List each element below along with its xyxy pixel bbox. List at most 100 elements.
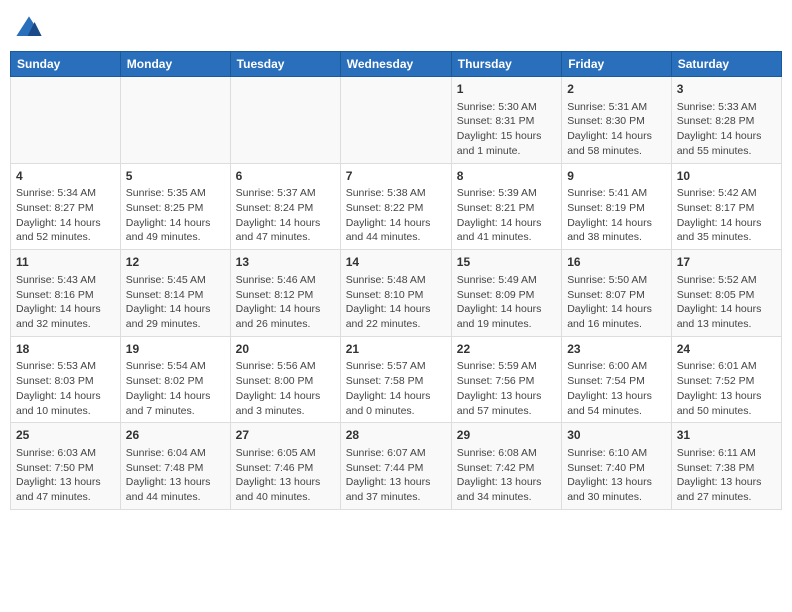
calendar-cell: 21Sunrise: 5:57 AM Sunset: 7:58 PM Dayli… — [340, 336, 451, 423]
calendar-cell: 8Sunrise: 5:39 AM Sunset: 8:21 PM Daylig… — [451, 163, 561, 250]
calendar-cell: 7Sunrise: 5:38 AM Sunset: 8:22 PM Daylig… — [340, 163, 451, 250]
day-info: Sunrise: 6:10 AM Sunset: 7:40 PM Dayligh… — [567, 446, 666, 505]
calendar-cell: 5Sunrise: 5:35 AM Sunset: 8:25 PM Daylig… — [120, 163, 230, 250]
day-info: Sunrise: 5:39 AM Sunset: 8:21 PM Dayligh… — [457, 186, 556, 245]
day-info: Sunrise: 6:11 AM Sunset: 7:38 PM Dayligh… — [677, 446, 776, 505]
day-info: Sunrise: 6:03 AM Sunset: 7:50 PM Dayligh… — [16, 446, 115, 505]
day-info: Sunrise: 5:50 AM Sunset: 8:07 PM Dayligh… — [567, 273, 666, 332]
weekday-header-wednesday: Wednesday — [340, 52, 451, 77]
calendar-cell: 31 Sunrise: 6:11 AM Sunset: 7:38 PM Dayli… — [671, 423, 781, 510]
day-number: 15 — [457, 254, 556, 271]
day-info: Sunrise: 6:04 AM Sunset: 7:48 PM Dayligh… — [126, 446, 225, 505]
calendar-cell: 27 Sunrise: 6:05 AM Sunset: 7:46 PM Dayli… — [230, 423, 340, 510]
calendar-week-2: 4Sunrise: 5:34 AM Sunset: 8:27 PM Daylig… — [11, 163, 782, 250]
calendar-cell: 23Sunrise: 6:00 AM Sunset: 7:54 PM Dayli… — [562, 336, 672, 423]
weekday-header-sunday: Sunday — [11, 52, 121, 77]
calendar-cell: 4Sunrise: 5:34 AM Sunset: 8:27 PM Daylig… — [11, 163, 121, 250]
calendar-cell: 22Sunrise: 5:59 AM Sunset: 7:56 PM Dayli… — [451, 336, 561, 423]
calendar-week-4: 18Sunrise: 5:53 AM Sunset: 8:03 PM Dayli… — [11, 336, 782, 423]
calendar-table: SundayMondayTuesdayWednesdayThursdayFrid… — [10, 51, 782, 510]
day-info: Sunrise: 5:45 AM Sunset: 8:14 PM Dayligh… — [126, 273, 225, 332]
day-number: 26 — [126, 427, 225, 444]
day-info: Sunrise: 5:56 AM Sunset: 8:00 PM Dayligh… — [236, 359, 335, 418]
calendar-cell: 6Sunrise: 5:37 AM Sunset: 8:24 PM Daylig… — [230, 163, 340, 250]
day-number: 8 — [457, 168, 556, 185]
day-info: Sunrise: 5:49 AM Sunset: 8:09 PM Dayligh… — [457, 273, 556, 332]
day-number: 23 — [567, 341, 666, 358]
header — [10, 10, 782, 43]
calendar-cell: 11 Sunrise: 5:43 AM Sunset: 8:16 PM Dayli… — [11, 250, 121, 337]
calendar-cell: 19Sunrise: 5:54 AM Sunset: 8:02 PM Dayli… — [120, 336, 230, 423]
calendar-cell: 29 Sunrise: 6:08 AM Sunset: 7:42 PM Dayli… — [451, 423, 561, 510]
calendar-cell: 25 Sunrise: 6:03 AM Sunset: 7:50 PM Dayli… — [11, 423, 121, 510]
calendar-cell — [11, 77, 121, 164]
day-info: Sunrise: 5:34 AM Sunset: 8:27 PM Dayligh… — [16, 186, 115, 245]
day-number: 11 — [16, 254, 115, 271]
calendar-cell: 1 Sunrise: 5:30 AM Sunset: 8:31 PM Daylig… — [451, 77, 561, 164]
calendar-cell — [120, 77, 230, 164]
calendar-cell: 12 Sunrise: 5:45 AM Sunset: 8:14 PM Dayli… — [120, 250, 230, 337]
day-number: 7 — [346, 168, 446, 185]
day-number: 5 — [126, 168, 225, 185]
day-number: 14 — [346, 254, 446, 271]
day-info: Sunrise: 5:53 AM Sunset: 8:03 PM Dayligh… — [16, 359, 115, 418]
calendar-cell: 18Sunrise: 5:53 AM Sunset: 8:03 PM Dayli… — [11, 336, 121, 423]
day-number: 9 — [567, 168, 666, 185]
calendar-cell: 10Sunrise: 5:42 AM Sunset: 8:17 PM Dayli… — [671, 163, 781, 250]
day-info: Sunrise: 6:00 AM Sunset: 7:54 PM Dayligh… — [567, 359, 666, 418]
day-number: 1 — [457, 81, 556, 98]
day-number: 16 — [567, 254, 666, 271]
calendar-cell: 28 Sunrise: 6:07 AM Sunset: 7:44 PM Dayli… — [340, 423, 451, 510]
day-number: 2 — [567, 81, 666, 98]
logo-icon — [15, 15, 43, 43]
day-number: 18 — [16, 341, 115, 358]
day-info: Sunrise: 5:37 AM Sunset: 8:24 PM Dayligh… — [236, 186, 335, 245]
day-number: 29 — [457, 427, 556, 444]
weekday-header-saturday: Saturday — [671, 52, 781, 77]
day-info: Sunrise: 6:07 AM Sunset: 7:44 PM Dayligh… — [346, 446, 446, 505]
logo — [15, 15, 47, 43]
day-number: 31 — [677, 427, 776, 444]
day-info: Sunrise: 5:30 AM Sunset: 8:31 PM Dayligh… — [457, 100, 556, 159]
day-info: Sunrise: 5:46 AM Sunset: 8:12 PM Dayligh… — [236, 273, 335, 332]
day-number: 28 — [346, 427, 446, 444]
day-number: 25 — [16, 427, 115, 444]
calendar-cell — [230, 77, 340, 164]
day-info: Sunrise: 5:42 AM Sunset: 8:17 PM Dayligh… — [677, 186, 776, 245]
day-info: Sunrise: 5:31 AM Sunset: 8:30 PM Dayligh… — [567, 100, 666, 159]
day-info: Sunrise: 6:08 AM Sunset: 7:42 PM Dayligh… — [457, 446, 556, 505]
day-info: Sunrise: 5:35 AM Sunset: 8:25 PM Dayligh… — [126, 186, 225, 245]
calendar-cell: 24Sunrise: 6:01 AM Sunset: 7:52 PM Dayli… — [671, 336, 781, 423]
day-number: 17 — [677, 254, 776, 271]
calendar-cell: 26 Sunrise: 6:04 AM Sunset: 7:48 PM Dayli… — [120, 423, 230, 510]
day-number: 27 — [236, 427, 335, 444]
day-info: Sunrise: 5:48 AM Sunset: 8:10 PM Dayligh… — [346, 273, 446, 332]
day-info: Sunrise: 5:43 AM Sunset: 8:16 PM Dayligh… — [16, 273, 115, 332]
calendar-week-1: 1 Sunrise: 5:30 AM Sunset: 8:31 PM Daylig… — [11, 77, 782, 164]
weekday-header-row: SundayMondayTuesdayWednesdayThursdayFrid… — [11, 52, 782, 77]
day-number: 21 — [346, 341, 446, 358]
calendar-cell: 14 Sunrise: 5:48 AM Sunset: 8:10 PM Dayli… — [340, 250, 451, 337]
day-info: Sunrise: 5:52 AM Sunset: 8:05 PM Dayligh… — [677, 273, 776, 332]
day-number: 30 — [567, 427, 666, 444]
calendar-cell: 16 Sunrise: 5:50 AM Sunset: 8:07 PM Dayli… — [562, 250, 672, 337]
day-number: 24 — [677, 341, 776, 358]
day-number: 12 — [126, 254, 225, 271]
day-info: Sunrise: 5:38 AM Sunset: 8:22 PM Dayligh… — [346, 186, 446, 245]
calendar-week-3: 11 Sunrise: 5:43 AM Sunset: 8:16 PM Dayli… — [11, 250, 782, 337]
calendar-cell — [340, 77, 451, 164]
day-number: 3 — [677, 81, 776, 98]
day-number: 20 — [236, 341, 335, 358]
day-info: Sunrise: 6:01 AM Sunset: 7:52 PM Dayligh… — [677, 359, 776, 418]
day-number: 13 — [236, 254, 335, 271]
day-info: Sunrise: 5:54 AM Sunset: 8:02 PM Dayligh… — [126, 359, 225, 418]
weekday-header-monday: Monday — [120, 52, 230, 77]
day-number: 19 — [126, 341, 225, 358]
day-info: Sunrise: 5:33 AM Sunset: 8:28 PM Dayligh… — [677, 100, 776, 159]
calendar-cell: 17 Sunrise: 5:52 AM Sunset: 8:05 PM Dayli… — [671, 250, 781, 337]
day-number: 10 — [677, 168, 776, 185]
day-info: Sunrise: 5:59 AM Sunset: 7:56 PM Dayligh… — [457, 359, 556, 418]
day-number: 22 — [457, 341, 556, 358]
weekday-header-friday: Friday — [562, 52, 672, 77]
day-info: Sunrise: 6:05 AM Sunset: 7:46 PM Dayligh… — [236, 446, 335, 505]
